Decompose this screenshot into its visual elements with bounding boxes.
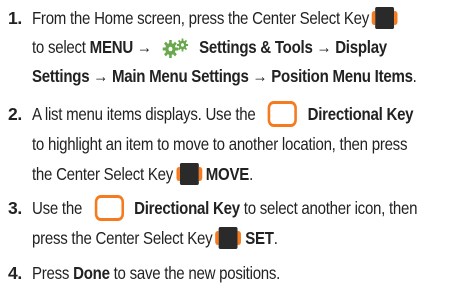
instruction-steps: 1. From the Home screen, press the Cente… xyxy=(0,0,471,289)
directional-key-icon xyxy=(268,101,298,127)
step-text: to save the new positions. xyxy=(109,263,281,283)
period: . xyxy=(249,164,253,184)
step-number: 4. xyxy=(8,263,22,283)
menu-label: MENU xyxy=(89,37,134,57)
step-2-line-2: to highlight an item to move to another … xyxy=(32,130,407,158)
step-text: the Center Select Key xyxy=(32,164,173,184)
step-number: 1. xyxy=(8,8,22,28)
step-text: to highlight an item to move to another … xyxy=(32,134,408,154)
step-text: Use the xyxy=(32,198,83,218)
set-label: SET xyxy=(245,228,274,248)
settings-path: Settings → Main Menu Settings → Position… xyxy=(32,66,413,86)
step-number: 2. xyxy=(8,104,22,124)
step-3-line-2: press the Center Select Key SET. xyxy=(32,224,278,252)
directional-key-label: Directional Key xyxy=(307,104,414,124)
period: . xyxy=(412,66,417,86)
step-4-line-1: Press Done to save the new positions. xyxy=(32,259,280,287)
step-2-line-3: the Center Select Key MOVE. xyxy=(32,160,253,188)
step-text: to select another icon, then xyxy=(239,198,418,218)
directional-key-icon xyxy=(94,195,124,221)
center-select-key-icon xyxy=(215,227,242,249)
step-text: A list menu items displays. Use the xyxy=(32,104,256,124)
move-label: MOVE xyxy=(205,164,250,184)
step-2-line-1: A list menu items displays. Use the Dire… xyxy=(32,100,414,128)
center-select-key-icon xyxy=(372,7,398,29)
period: . xyxy=(273,228,278,248)
step-text: press the Center Select Key xyxy=(32,228,213,248)
step-text: From the Home screen, press the Center S… xyxy=(32,8,370,28)
step-3-line-1: Use the Directional Key to select anothe… xyxy=(32,194,418,222)
arrow-separator: → xyxy=(132,37,156,57)
step-1-line-1: From the Home screen, press the Center S… xyxy=(32,4,398,32)
step-text: to select xyxy=(32,37,90,57)
step-1-line-3: Settings → Main Menu Settings → Position… xyxy=(32,62,417,90)
directional-key-label: Directional Key xyxy=(134,198,240,218)
settings-tools-path: Settings & Tools → Display xyxy=(195,37,387,57)
step-number: 3. xyxy=(8,198,22,218)
step-text: Press xyxy=(32,263,74,283)
done-label: Done xyxy=(73,263,110,283)
center-select-key-icon xyxy=(176,163,202,185)
